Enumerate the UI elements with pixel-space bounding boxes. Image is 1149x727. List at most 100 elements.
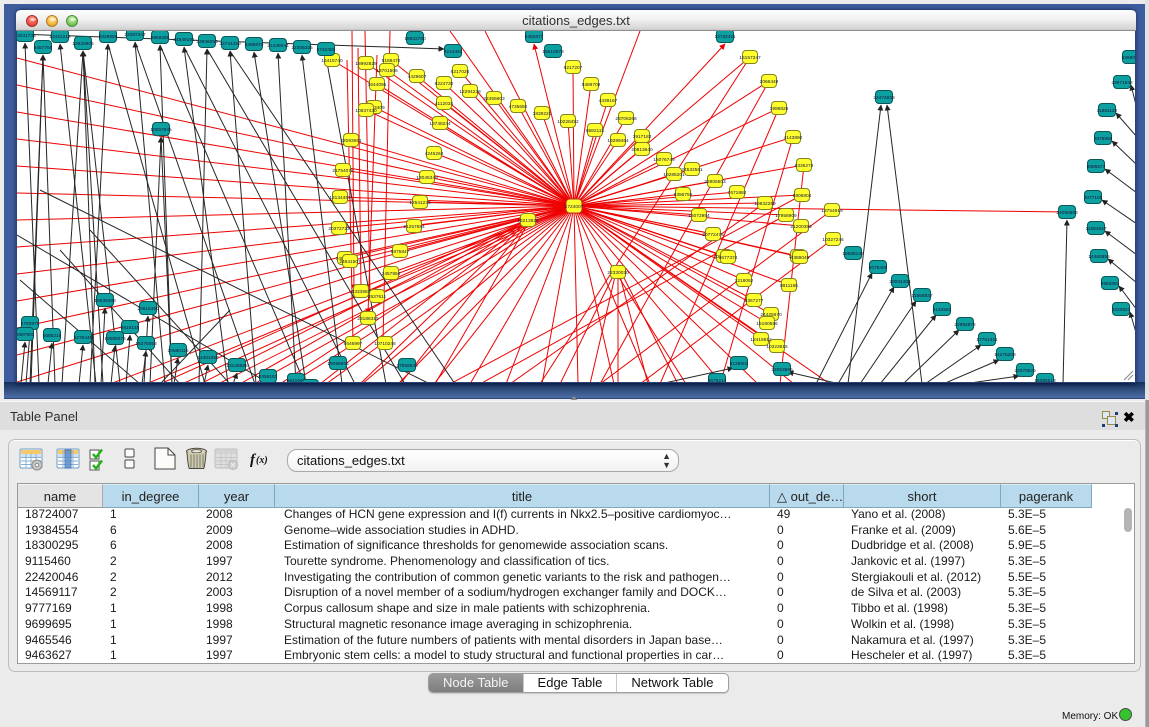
svg-text:17751421: 17751421	[976, 337, 998, 343]
svg-text:16510878: 16510878	[542, 49, 564, 55]
svg-text:4679214: 4679214	[708, 378, 727, 382]
svg-text:20813640: 20813640	[631, 147, 653, 153]
svg-text:20372723: 20372723	[328, 226, 350, 232]
svg-text:6217026: 6217026	[451, 69, 470, 75]
svg-text:20615450: 20615450	[137, 306, 159, 312]
svg-text:4245263: 4245263	[425, 151, 444, 157]
svg-text:13701506: 13701506	[376, 68, 398, 74]
svg-text:9875847: 9875847	[391, 249, 410, 255]
svg-text:13748244: 13748244	[429, 121, 451, 127]
svg-text:22992872: 22992872	[954, 322, 976, 328]
svg-text:15076749: 15076749	[653, 157, 675, 163]
svg-text:22570529: 22570529	[1014, 368, 1036, 374]
svg-text:12541238: 12541238	[409, 200, 431, 206]
svg-text:24641507: 24641507	[339, 259, 361, 265]
svg-text:14401657: 14401657	[197, 355, 219, 361]
svg-text:16213925: 16213925	[517, 218, 539, 224]
svg-text:21200396: 21200396	[790, 224, 812, 230]
svg-text:18096865: 18096865	[327, 361, 349, 367]
svg-text:4143890: 4143890	[784, 135, 803, 141]
svg-text:3644095: 3644095	[368, 82, 387, 88]
svg-text:23936053: 23936053	[196, 39, 218, 45]
svg-text:14275203: 14275203	[994, 352, 1016, 358]
svg-text:1724007: 1724007	[565, 204, 584, 210]
svg-text:20031404: 20031404	[889, 279, 911, 285]
svg-text:6128503: 6128503	[730, 361, 749, 367]
svg-text:5793975: 5793975	[21, 321, 40, 327]
svg-text:19299464: 19299464	[607, 138, 629, 144]
svg-text:1839221: 1839221	[533, 111, 552, 117]
svg-text:6742460: 6742460	[317, 47, 336, 53]
svg-text:22330030: 22330030	[607, 270, 629, 276]
svg-text:10710248: 10710248	[374, 341, 396, 347]
svg-text:23706266: 23706266	[615, 116, 637, 122]
svg-text:21439044: 21439044	[267, 43, 289, 49]
svg-text:3917183: 3917183	[633, 134, 652, 140]
svg-text:2066449: 2066449	[760, 79, 779, 85]
svg-text:2876966: 2876966	[1094, 136, 1113, 142]
svg-text:8134562: 8134562	[933, 307, 952, 313]
svg-text:6457765: 6457765	[34, 45, 53, 51]
svg-text:7671884: 7671884	[728, 190, 747, 196]
svg-text:22093651: 22093651	[340, 138, 362, 144]
svg-text:4389045: 4389045	[791, 255, 810, 261]
svg-text:16415740: 16415740	[321, 58, 343, 64]
svg-text:4112034: 4112034	[435, 101, 454, 107]
svg-text:9983893: 9983893	[1101, 281, 1120, 287]
svg-text:8029889: 8029889	[99, 34, 118, 40]
svg-text:1999828: 1999828	[770, 106, 789, 112]
svg-text:8336273: 8336273	[795, 163, 814, 169]
svg-text:16396513: 16396513	[1034, 378, 1056, 382]
svg-text:8646997: 8646997	[344, 341, 363, 347]
svg-text:10837430: 10837430	[355, 108, 377, 114]
svg-text:4735650: 4735650	[509, 104, 528, 110]
svg-text:8359183: 8359183	[259, 374, 278, 380]
svg-text:8811165: 8811165	[780, 283, 798, 289]
svg-text:21754078: 21754078	[332, 168, 354, 174]
svg-text:8685577: 8685577	[1087, 164, 1106, 170]
svg-text:9958289: 9958289	[151, 35, 170, 41]
svg-text:18922760: 18922760	[404, 36, 426, 42]
svg-text:8079409: 8079409	[869, 265, 888, 271]
svg-text:1218062: 1218062	[735, 278, 754, 284]
svg-text:13754919: 13754919	[821, 208, 843, 214]
svg-text:19285201: 19285201	[663, 172, 685, 178]
svg-text:15375853: 15375853	[135, 341, 157, 347]
svg-text:6482877: 6482877	[525, 34, 544, 40]
svg-text:22806503: 22806503	[704, 179, 726, 185]
svg-text:9816145: 9816145	[121, 325, 140, 331]
svg-text:4439167: 4439167	[599, 98, 618, 104]
svg-text:20772475: 20772475	[702, 232, 724, 238]
svg-text:12416912: 12416912	[750, 337, 772, 343]
svg-text:(x): (x)	[256, 455, 268, 466]
svg-text:8489709: 8489709	[582, 82, 601, 88]
svg-text:24090883: 24090883	[1056, 210, 1078, 216]
svg-text:23971842: 23971842	[1111, 80, 1133, 86]
svg-text:11881122: 11881122	[1097, 108, 1118, 114]
svg-text:14460856: 14460856	[1088, 254, 1110, 260]
svg-text:8396759: 8396759	[674, 192, 693, 198]
svg-text:13146585: 13146585	[226, 363, 248, 369]
svg-text:16072954: 16072954	[688, 213, 710, 219]
svg-text:8369062: 8369062	[1122, 55, 1135, 61]
svg-text:21257684: 21257684	[403, 224, 425, 230]
svg-text:22455603: 22455603	[483, 96, 505, 102]
svg-text:10228452: 10228452	[557, 119, 579, 125]
svg-text:3677374: 3677374	[719, 255, 738, 261]
svg-text:5682115: 5682115	[586, 128, 605, 134]
svg-text:20580115: 20580115	[168, 348, 189, 354]
svg-text:15157347: 15157347	[739, 55, 761, 61]
svg-text:11558837: 11558837	[912, 293, 933, 299]
svg-text:19836388: 19836388	[94, 298, 116, 304]
svg-text:18992829: 18992829	[355, 61, 377, 67]
svg-text:13421212: 13421212	[49, 34, 71, 40]
svg-text:22474828: 22474828	[873, 95, 895, 101]
svg-text:13241736: 13241736	[17, 33, 36, 39]
svg-text:15180586: 15180586	[756, 321, 778, 327]
svg-text:2457954: 2457954	[382, 271, 401, 277]
svg-text:6357277: 6357277	[745, 298, 764, 304]
svg-text:4429607: 4429607	[408, 74, 427, 80]
svg-text:2077105: 2077105	[1084, 195, 1103, 201]
svg-text:3220921: 3220921	[1112, 307, 1131, 313]
svg-text:8806804: 8806804	[793, 193, 812, 199]
